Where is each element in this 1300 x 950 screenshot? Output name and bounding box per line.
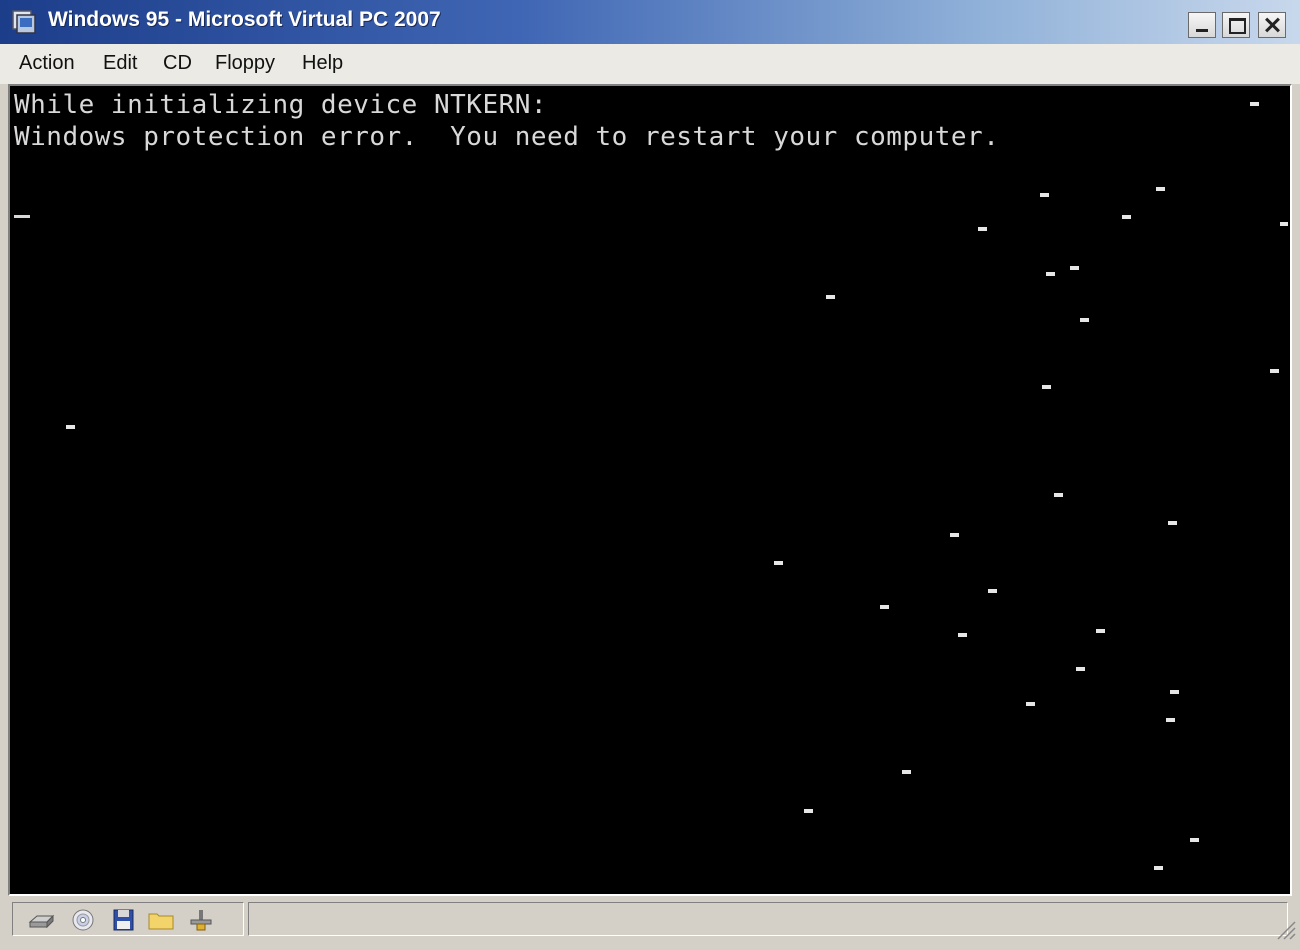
screen-artifact (1026, 702, 1035, 706)
screen-artifact (1250, 102, 1259, 106)
console-line-2: Windows protection error. You need to re… (14, 122, 1000, 152)
screen-artifact (1190, 838, 1199, 842)
screen-artifact (1042, 385, 1051, 389)
maximize-button[interactable] (1222, 12, 1250, 38)
screen-artifact (1166, 718, 1175, 722)
screen-artifact (1270, 369, 1279, 373)
screen-artifact (1170, 690, 1179, 694)
vm-display-frame: While initializing device NTKERN: Window… (8, 84, 1292, 896)
network-icon[interactable] (187, 908, 215, 932)
cd-icon[interactable] (69, 908, 97, 932)
device-status-area (12, 902, 244, 936)
screen-artifact (1040, 193, 1049, 197)
menu-cd[interactable]: CD (163, 52, 192, 75)
hard-disk-icon[interactable] (27, 908, 55, 932)
menu-action[interactable]: Action (19, 52, 75, 75)
screen-artifact (1076, 667, 1085, 671)
resize-grip-icon[interactable] (1274, 918, 1296, 940)
screen-artifact (988, 589, 997, 593)
title-bar[interactable]: Windows 95 - Microsoft Virtual PC 2007 (0, 0, 1300, 45)
screen-artifact (1080, 318, 1089, 322)
virtual-pc-icon (12, 10, 36, 34)
console-line-1: While initializing device NTKERN: (14, 90, 548, 120)
screen-artifact (1168, 521, 1177, 525)
screen-artifact (1070, 266, 1079, 270)
menu-edit[interactable]: Edit (103, 52, 137, 75)
menu-bar: Action Edit CD Floppy Help (0, 44, 1300, 84)
screen-artifact (958, 633, 967, 637)
screen-artifact (950, 533, 959, 537)
screen-artifact (804, 809, 813, 813)
screen-artifact (774, 561, 783, 565)
screen-artifact (1046, 272, 1055, 276)
screen-artifact (902, 770, 911, 774)
screen-artifact (66, 425, 75, 429)
window-title: Windows 95 - Microsoft Virtual PC 2007 (48, 8, 441, 31)
text-cursor (14, 215, 30, 218)
screen-artifact (978, 227, 987, 231)
menu-help[interactable]: Help (302, 52, 343, 75)
vm-screen[interactable]: While initializing device NTKERN: Window… (12, 88, 1288, 892)
screen-artifact (1054, 493, 1063, 497)
status-message-area (248, 902, 1288, 936)
screen-artifact (880, 605, 889, 609)
menu-floppy[interactable]: Floppy (215, 52, 275, 75)
screen-artifact (1096, 629, 1105, 633)
screen-artifact (1280, 222, 1288, 226)
shared-folder-icon[interactable] (147, 908, 175, 932)
screen-artifact (1122, 215, 1131, 219)
floppy-icon[interactable] (109, 908, 137, 932)
status-bar (0, 896, 1300, 950)
screen-artifact (1156, 187, 1165, 191)
minimize-button[interactable] (1188, 12, 1216, 38)
screen-artifact (1154, 866, 1163, 870)
screen-artifact (826, 295, 835, 299)
close-button[interactable] (1258, 12, 1286, 38)
